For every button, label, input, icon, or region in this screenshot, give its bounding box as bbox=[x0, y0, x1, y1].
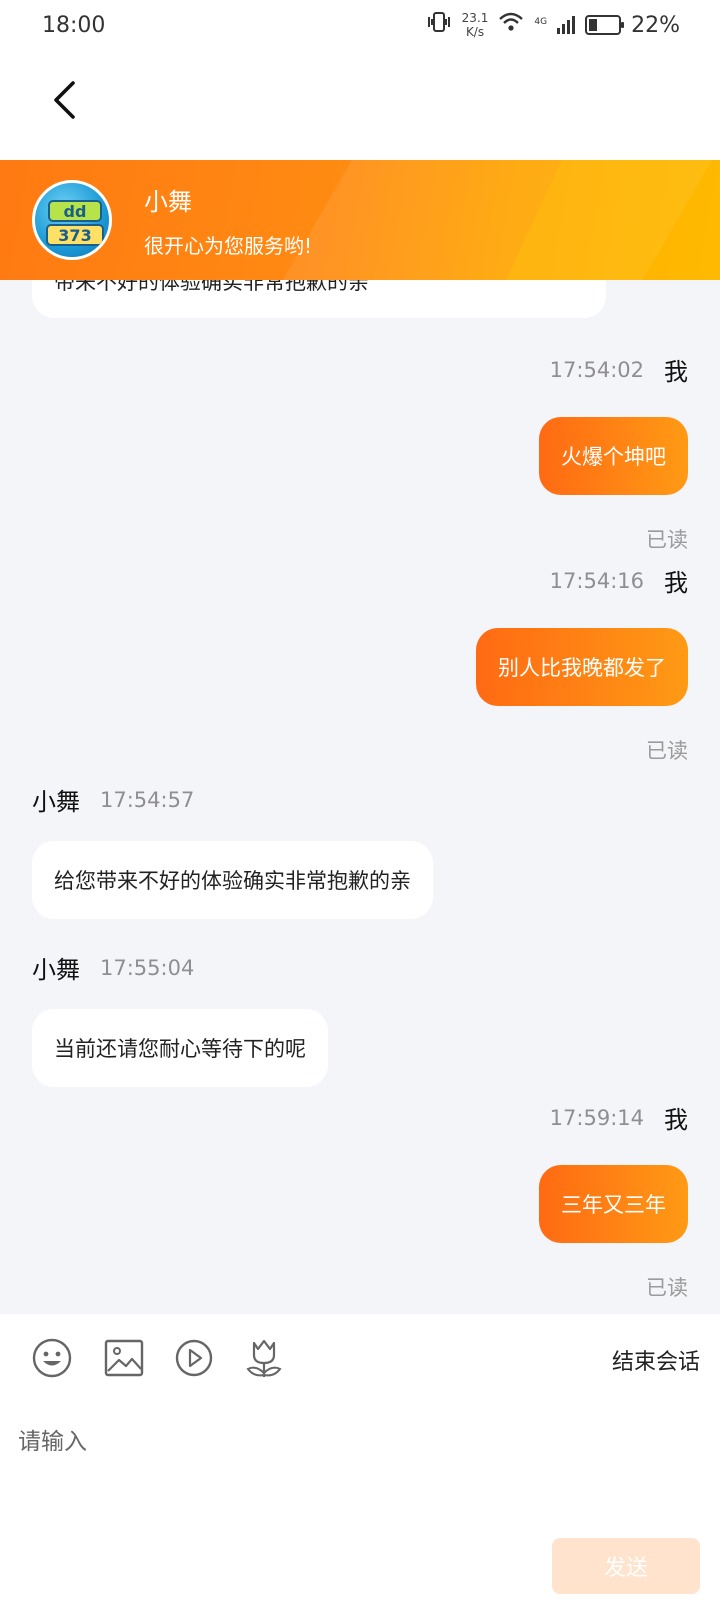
image-icon[interactable] bbox=[102, 1336, 146, 1380]
status-bar: 18:00 23.1 K/s 4G 22% bbox=[0, 0, 720, 50]
message-meta: 17:59:14 我 bbox=[550, 1100, 688, 1135]
message-time: 17:55:04 bbox=[100, 955, 195, 980]
message-time: 17:54:57 bbox=[100, 787, 195, 812]
message-meta: 17:54:02 我 bbox=[550, 352, 688, 387]
read-status: 已读 bbox=[646, 1276, 688, 1300]
message-bubble-outgoing[interactable]: 别人比我晚都发了 bbox=[476, 628, 688, 706]
svg-text:373: 373 bbox=[58, 226, 91, 245]
message-meta: 小舞 17:55:04 bbox=[32, 950, 194, 985]
vibrate-icon bbox=[426, 11, 452, 39]
composer-toolbar: 结束会话 bbox=[0, 1314, 720, 1404]
read-status: 已读 bbox=[646, 739, 688, 763]
message-bubble-incoming[interactable]: 当前还请您耐心等待下的呢 bbox=[32, 1009, 328, 1087]
read-status: 已读 bbox=[646, 528, 688, 552]
message-bubble-incoming[interactable]: 带来不好的体验确实非常抱歉的亲 bbox=[32, 280, 606, 318]
message-list[interactable]: 带来不好的体验确实非常抱歉的亲 17:54:02 我 火爆个坤吧 已读 17:5… bbox=[0, 280, 720, 1314]
message-sender: 小舞 bbox=[32, 788, 80, 816]
message-time: 17:59:14 bbox=[549, 1105, 644, 1130]
message-sender: 我 bbox=[664, 358, 688, 386]
net-speed-unit: K/s bbox=[465, 25, 485, 39]
message-sender: 我 bbox=[664, 1106, 688, 1134]
message-text: 三年又三年 bbox=[561, 1193, 666, 1217]
nav-bar bbox=[0, 50, 720, 160]
back-button[interactable] bbox=[44, 76, 84, 128]
video-icon[interactable] bbox=[172, 1336, 216, 1380]
message-bubble-incoming[interactable]: 给您带来不好的体验确实非常抱歉的亲 bbox=[32, 841, 433, 919]
agent-avatar: dd 373 bbox=[32, 180, 112, 260]
message-time: 17:54:02 bbox=[549, 357, 644, 382]
message-bubble-outgoing[interactable]: 火爆个坤吧 bbox=[539, 417, 688, 495]
message-text: 别人比我晚都发了 bbox=[498, 656, 666, 680]
signal-icon bbox=[557, 16, 576, 34]
status-icons: 23.1 K/s 4G 22% bbox=[426, 11, 680, 39]
composer: 发送 bbox=[0, 1404, 720, 1612]
flower-icon[interactable] bbox=[242, 1336, 286, 1380]
message-text: 带来不好的体验确实非常抱歉的亲 bbox=[54, 280, 369, 294]
message-meta: 小舞 17:54:57 bbox=[32, 782, 194, 817]
message-sender: 小舞 bbox=[32, 956, 80, 984]
message-input[interactable] bbox=[18, 1412, 708, 1472]
chevron-left-icon bbox=[51, 80, 77, 124]
agent-greeting: 很开心为您服务哟! bbox=[144, 234, 313, 258]
message-meta: 17:54:16 我 bbox=[550, 563, 688, 598]
battery-percent: 22% bbox=[631, 12, 680, 38]
net-speed-value: 23.1 bbox=[461, 11, 489, 25]
status-time: 18:00 bbox=[42, 12, 106, 38]
message-bubble-outgoing[interactable]: 三年又三年 bbox=[539, 1165, 688, 1243]
emoji-icon[interactable] bbox=[30, 1336, 74, 1380]
wifi-icon bbox=[498, 11, 524, 39]
agent-banner: dd 373 小舞 很开心为您服务哟! bbox=[0, 160, 720, 280]
end-session-button[interactable]: 结束会话 bbox=[612, 1344, 700, 1376]
message-text: 给您带来不好的体验确实非常抱歉的亲 bbox=[54, 869, 411, 893]
message-time: 17:54:16 bbox=[549, 568, 644, 593]
svg-text:dd: dd bbox=[64, 202, 87, 221]
message-text: 火爆个坤吧 bbox=[561, 445, 666, 469]
send-button[interactable]: 发送 bbox=[552, 1538, 700, 1594]
agent-name: 小舞 bbox=[144, 188, 192, 216]
message-text: 当前还请您耐心等待下的呢 bbox=[54, 1037, 306, 1061]
message-sender: 我 bbox=[664, 569, 688, 597]
network-type: 4G bbox=[534, 17, 548, 27]
net-speed: 23.1 K/s bbox=[462, 11, 489, 39]
battery-icon bbox=[585, 15, 625, 35]
